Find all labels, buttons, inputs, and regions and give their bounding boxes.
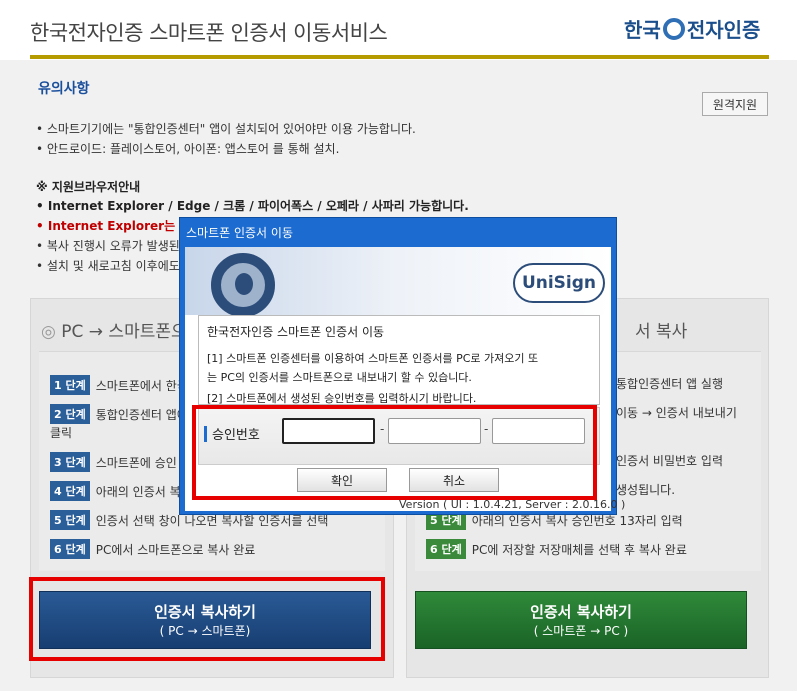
panel-heading: 서 복사 — [635, 322, 688, 342]
dialog-title: 스마트폰 인증서 이동 — [186, 226, 293, 240]
brand-text-1: 한국 — [624, 18, 661, 42]
step-item: 통합인증센터 앱 실행 — [616, 377, 723, 391]
copy-phone-to-pc-button[interactable]: 인증서 복사하기 ( 스마트폰 → PC ) — [415, 591, 747, 649]
step-item: 1 단계 스마트폰에서 한국 — [50, 375, 188, 395]
notice-line: • 안드로이드: 플레이스토어, 아이폰: 앱스토어 를 통해 설치. — [36, 142, 340, 156]
brand-logo: 한국 전자인증 — [624, 14, 760, 43]
step-item: 3 단계 스마트폰에 승인 — [50, 452, 177, 472]
brand-text-2: 전자인증 — [686, 18, 761, 42]
copy-error-note: • 복사 진행시 오류가 발생된 — [36, 239, 180, 253]
notice-title: 유의사항 — [38, 81, 90, 97]
highlight-frame — [29, 577, 385, 661]
browser-list: • Internet Explorer / Edge / 크롬 / 파이어폭스 … — [36, 199, 469, 213]
step-item: 6 단계 PC에서 스마트폰으로 복사 완료 — [50, 539, 255, 559]
refresh-note: • 설치 및 새로고침 이후에도 — [36, 259, 180, 273]
browser-title: ※ 지원브라우저안내 — [36, 180, 141, 194]
brand-ring-icon — [662, 17, 685, 40]
content-title: 한국전자인증 스마트폰 인증서 이동 — [207, 325, 385, 339]
step-item: 6 단계 PC에 저장할 저장매체를 선택 후 복사 완료 — [426, 539, 687, 559]
step-item: 2 단계 통합인증센터 앱에 — [50, 404, 188, 424]
content-line: [1] 스마트폰 인증센터를 이용하여 스마트폰 인증서를 PC로 가져오기 또 — [207, 352, 539, 365]
step-item: 인증서 비밀번호 입력 — [616, 454, 723, 468]
page-title: 한국전자인증 스마트폰 인증서 이동서비스 — [30, 21, 388, 45]
highlight-frame — [192, 405, 597, 500]
dialog-content-box: 한국전자인증 스마트폰 인증서 이동 [1] 스마트폰 인증센터를 이용하여 스… — [198, 315, 600, 405]
dialog-banner: UniSign — [185, 247, 611, 317]
panel-heading: ◎ PC → 스마트폰으 — [41, 322, 187, 342]
step-item: 클릭 — [50, 426, 73, 440]
notice-line: • 스마트기기에는 "통합인증센터" 앱이 설치되어 있어야만 이용 가능합니다… — [36, 122, 416, 136]
content-line: [2] 스마트폰에서 생성된 승인번호를 입력하시기 바랍니다. — [207, 392, 477, 405]
step-item: 이동 → 인증서 내보내기 — [616, 406, 737, 420]
unisign-logo: UniSign — [513, 263, 605, 303]
header-divider — [30, 55, 769, 59]
cert-logo-icon — [211, 253, 275, 317]
radio-icon: ◎ — [41, 322, 62, 342]
step-item: 생성됩니다. — [616, 483, 676, 497]
step-item: 4 단계 아래의 인증서 복 — [50, 481, 181, 501]
content-line: 는 PC의 인증서를 스마트폰으로 내보내기 할 수 있습니다. — [207, 371, 472, 384]
remote-support-button[interactable]: 원격지원 — [702, 92, 768, 116]
ie-warning: • Internet Explorer는 IE — [36, 219, 192, 233]
